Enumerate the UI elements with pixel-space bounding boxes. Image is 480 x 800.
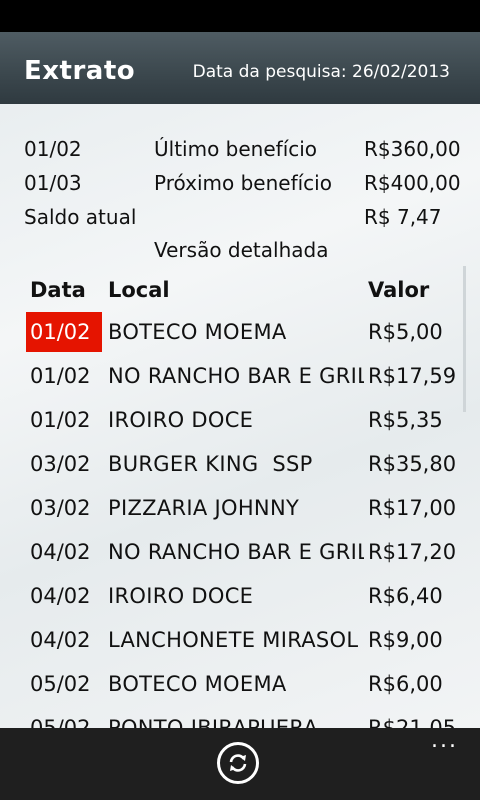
row-local: BURGER KING SSP xyxy=(108,452,313,476)
column-header-value: Valor xyxy=(368,278,430,302)
row-value: R$5,35 xyxy=(368,408,443,432)
next-benefit-label: Próximo benefício xyxy=(154,171,332,195)
row-local: IROIRO DOCE xyxy=(108,584,254,608)
row-date: 05/02 xyxy=(30,716,91,728)
last-benefit-date: 01/02 xyxy=(24,137,82,161)
balance-label: Saldo atual xyxy=(24,205,137,229)
balance-row: Saldo atual R$ 7,47 xyxy=(0,200,480,234)
more-options-button[interactable]: ... xyxy=(431,730,458,752)
next-benefit-date: 01/03 xyxy=(24,171,82,195)
row-local: NO RANCHO BAR E GRILL xyxy=(108,540,364,564)
last-benefit-value: R$360,00 xyxy=(364,137,461,161)
row-local: PIZZARIA JOHNNY xyxy=(108,496,300,520)
row-date: 05/02 xyxy=(30,672,91,696)
row-local: PONTO IBIRAPUERA xyxy=(108,716,319,728)
row-local: IROIRO DOCE xyxy=(108,408,254,432)
row-value: R$6,00 xyxy=(368,672,443,696)
row-local: BOTECO MOEMA xyxy=(108,320,287,344)
status-bar xyxy=(0,0,480,32)
table-row[interactable]: 05/02 PONTO IBIRAPUERA R$21,05 xyxy=(0,706,480,728)
row-date: 03/02 xyxy=(30,452,91,476)
app-bar: ... xyxy=(0,728,480,800)
row-value: R$35,80 xyxy=(368,452,457,476)
next-benefit-row: 01/03 Próximo benefício R$400,00 xyxy=(0,166,480,200)
row-value: R$17,59 xyxy=(368,364,457,388)
row-value: R$17,00 xyxy=(368,496,457,520)
last-benefit-row: 01/02 Último benefício R$360,00 xyxy=(0,132,480,166)
last-benefit-label: Último benefício xyxy=(154,137,318,161)
page-title: Extrato xyxy=(24,56,136,86)
table-row[interactable]: 03/02 BURGER KING SSP R$35,80 xyxy=(0,442,480,486)
transactions-header: Data Local Valor xyxy=(0,272,480,308)
row-date: 04/02 xyxy=(30,540,91,564)
table-row[interactable]: 04/02 NO RANCHO BAR E GRILL R$17,20 xyxy=(0,530,480,574)
row-date: 01/02 xyxy=(30,364,91,388)
refresh-icon xyxy=(229,754,247,772)
row-local: NO RANCHO BAR E GRILL xyxy=(108,364,364,388)
row-local: BOTECO MOEMA xyxy=(108,672,287,696)
column-header-date: Data xyxy=(30,278,86,302)
row-date: 04/02 xyxy=(30,584,91,608)
column-header-local: Local xyxy=(108,278,170,302)
row-date: 04/02 xyxy=(30,628,91,652)
scrollbar[interactable] xyxy=(463,266,466,412)
row-value: R$5,00 xyxy=(368,320,443,344)
row-value: R$9,00 xyxy=(368,628,443,652)
row-date-selected: 01/02 xyxy=(26,312,102,352)
row-value: R$6,40 xyxy=(368,584,443,608)
next-benefit-value: R$400,00 xyxy=(364,171,461,195)
refresh-button[interactable] xyxy=(217,742,259,784)
row-value: R$21,05 xyxy=(368,716,457,728)
search-date-label: Data da pesquisa: 26/02/2013 xyxy=(192,62,450,82)
row-local: LANCHONETE MIRASOL xyxy=(108,628,359,652)
table-row[interactable]: 01/02 BOTECO MOEMA R$5,00 xyxy=(0,310,480,354)
table-row[interactable]: 01/02 IROIRO DOCE R$5,35 xyxy=(0,398,480,442)
table-row[interactable]: 04/02 IROIRO DOCE R$6,40 xyxy=(0,574,480,618)
row-date: 03/02 xyxy=(30,496,91,520)
table-row[interactable]: 05/02 BOTECO MOEMA R$6,00 xyxy=(0,662,480,706)
row-date: 01/02 xyxy=(30,408,91,432)
row-value: R$17,20 xyxy=(368,540,457,564)
page-header: Extrato Data da pesquisa: 26/02/2013 xyxy=(0,32,480,104)
balance-value: R$ 7,47 xyxy=(364,205,442,229)
statement-content[interactable]: 01/02 Último benefício R$360,00 01/03 Pr… xyxy=(0,104,480,728)
table-row[interactable]: 03/02 PIZZARIA JOHNNY R$17,00 xyxy=(0,486,480,530)
table-row[interactable]: 04/02 LANCHONETE MIRASOL R$9,00 xyxy=(0,618,480,662)
table-row[interactable]: 01/02 NO RANCHO BAR E GRILL R$17,59 xyxy=(0,354,480,398)
detailed-version-label: Versão detalhada xyxy=(154,238,329,262)
